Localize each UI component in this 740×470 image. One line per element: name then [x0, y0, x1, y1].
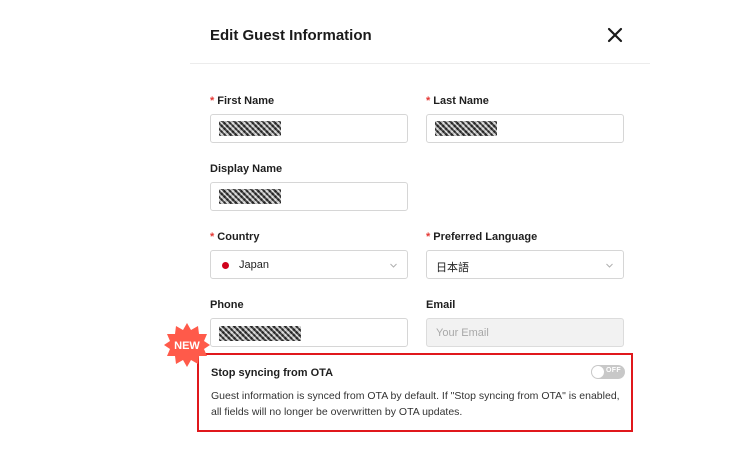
ota-sync-toggle[interactable]: OFF — [591, 365, 625, 379]
ota-description: Guest information is synced from OTA by … — [211, 390, 620, 418]
country-label-text: Country — [217, 231, 260, 243]
modal-header: Edit Guest Information — [190, 0, 650, 64]
chevron-down-icon — [606, 263, 613, 268]
country-label: * Country — [210, 231, 259, 243]
email-input[interactable]: Your Email — [426, 318, 624, 347]
required-mark: * — [426, 95, 431, 107]
edit-guest-modal: Edit Guest Information * First Name * Last… — [190, 0, 650, 470]
redacted-value — [435, 121, 497, 136]
last-name-input[interactable] — [426, 114, 624, 143]
phone-label: Phone — [210, 299, 244, 311]
last-name-label: * Last Name — [426, 95, 489, 107]
country-value: Japan — [239, 259, 269, 271]
first-name-label: * First Name — [210, 95, 274, 107]
toggle-knob — [592, 366, 604, 378]
new-badge-text: NEW — [174, 340, 200, 352]
japan-flag-icon — [222, 262, 229, 269]
first-name-input[interactable] — [210, 114, 408, 143]
display-name-input[interactable] — [210, 182, 408, 211]
preferred-language-label: * Preferred Language — [426, 231, 537, 243]
chevron-down-icon — [390, 263, 397, 268]
preferred-language-label-text: Preferred Language — [433, 231, 538, 243]
new-badge: NEW — [164, 323, 210, 367]
toggle-state-label: OFF — [606, 367, 621, 374]
modal-title: Edit Guest Information — [210, 27, 372, 44]
last-name-label-text: Last Name — [433, 95, 489, 107]
email-placeholder: Your Email — [436, 327, 489, 339]
required-mark: * — [426, 231, 431, 243]
ota-title: Stop syncing from OTA — [211, 367, 334, 379]
redacted-value — [219, 121, 281, 136]
preferred-language-value: 日本語 — [436, 262, 469, 274]
redacted-value — [219, 189, 281, 204]
preferred-language-select[interactable]: 日本語 — [426, 250, 624, 279]
close-icon[interactable] — [606, 26, 624, 44]
country-select[interactable]: Japan — [210, 250, 408, 279]
redacted-value — [219, 326, 301, 341]
ota-sync-section: Stop syncing from OTA OFF Guest informat… — [197, 353, 633, 432]
display-name-label: Display Name — [210, 163, 283, 175]
required-mark: * — [210, 95, 215, 107]
required-mark: * — [210, 231, 215, 243]
first-name-label-text: First Name — [217, 95, 275, 107]
phone-input[interactable] — [210, 318, 408, 347]
email-label: Email — [426, 299, 456, 311]
